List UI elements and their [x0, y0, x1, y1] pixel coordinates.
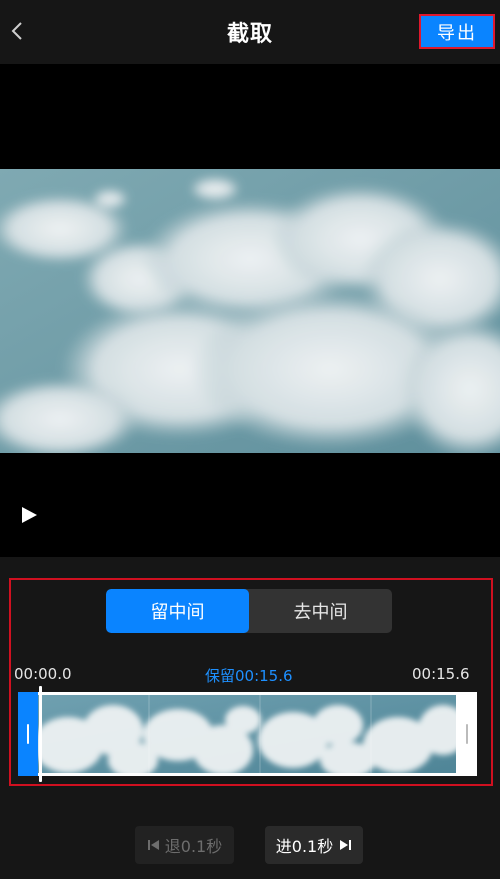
step-forward-button[interactable]: 进0.1秒 [265, 826, 363, 864]
video-frame[interactable] [0, 169, 500, 453]
playhead[interactable] [39, 686, 42, 782]
step-forward-label: 进0.1秒 [275, 837, 334, 856]
play-button[interactable] [18, 504, 40, 526]
mode-keep-middle[interactable]: 留中间 [106, 589, 249, 633]
trim-editor: 留中间 去中间 00:00.0 保留00:15.6 00:15.6 [0, 557, 500, 879]
start-time: 00:00.0 [14, 665, 72, 683]
mode-toggle: 留中间 去中间 [106, 589, 392, 633]
cloud-image [0, 169, 500, 453]
kept-duration: 保留00:15.6 [205, 667, 293, 685]
thumbnail-frames [38, 695, 456, 773]
top-bar: 截取 导出 [0, 0, 500, 64]
mode-remove-middle[interactable]: 去中间 [249, 589, 392, 633]
export-button[interactable]: 导出 [419, 14, 495, 49]
end-time: 00:15.6 [412, 665, 470, 683]
video-preview [0, 64, 500, 557]
step-back-label: 退0.1秒 [164, 837, 223, 856]
play-icon [22, 507, 37, 523]
trim-end-handle[interactable] [457, 692, 477, 776]
timeline[interactable] [18, 686, 477, 782]
step-back-button[interactable]: 退0.1秒 [135, 826, 234, 864]
thumbnail-strip [38, 695, 456, 773]
step-forward-icon [340, 840, 352, 850]
step-back-icon [147, 840, 159, 850]
trim-start-handle[interactable] [18, 692, 38, 776]
